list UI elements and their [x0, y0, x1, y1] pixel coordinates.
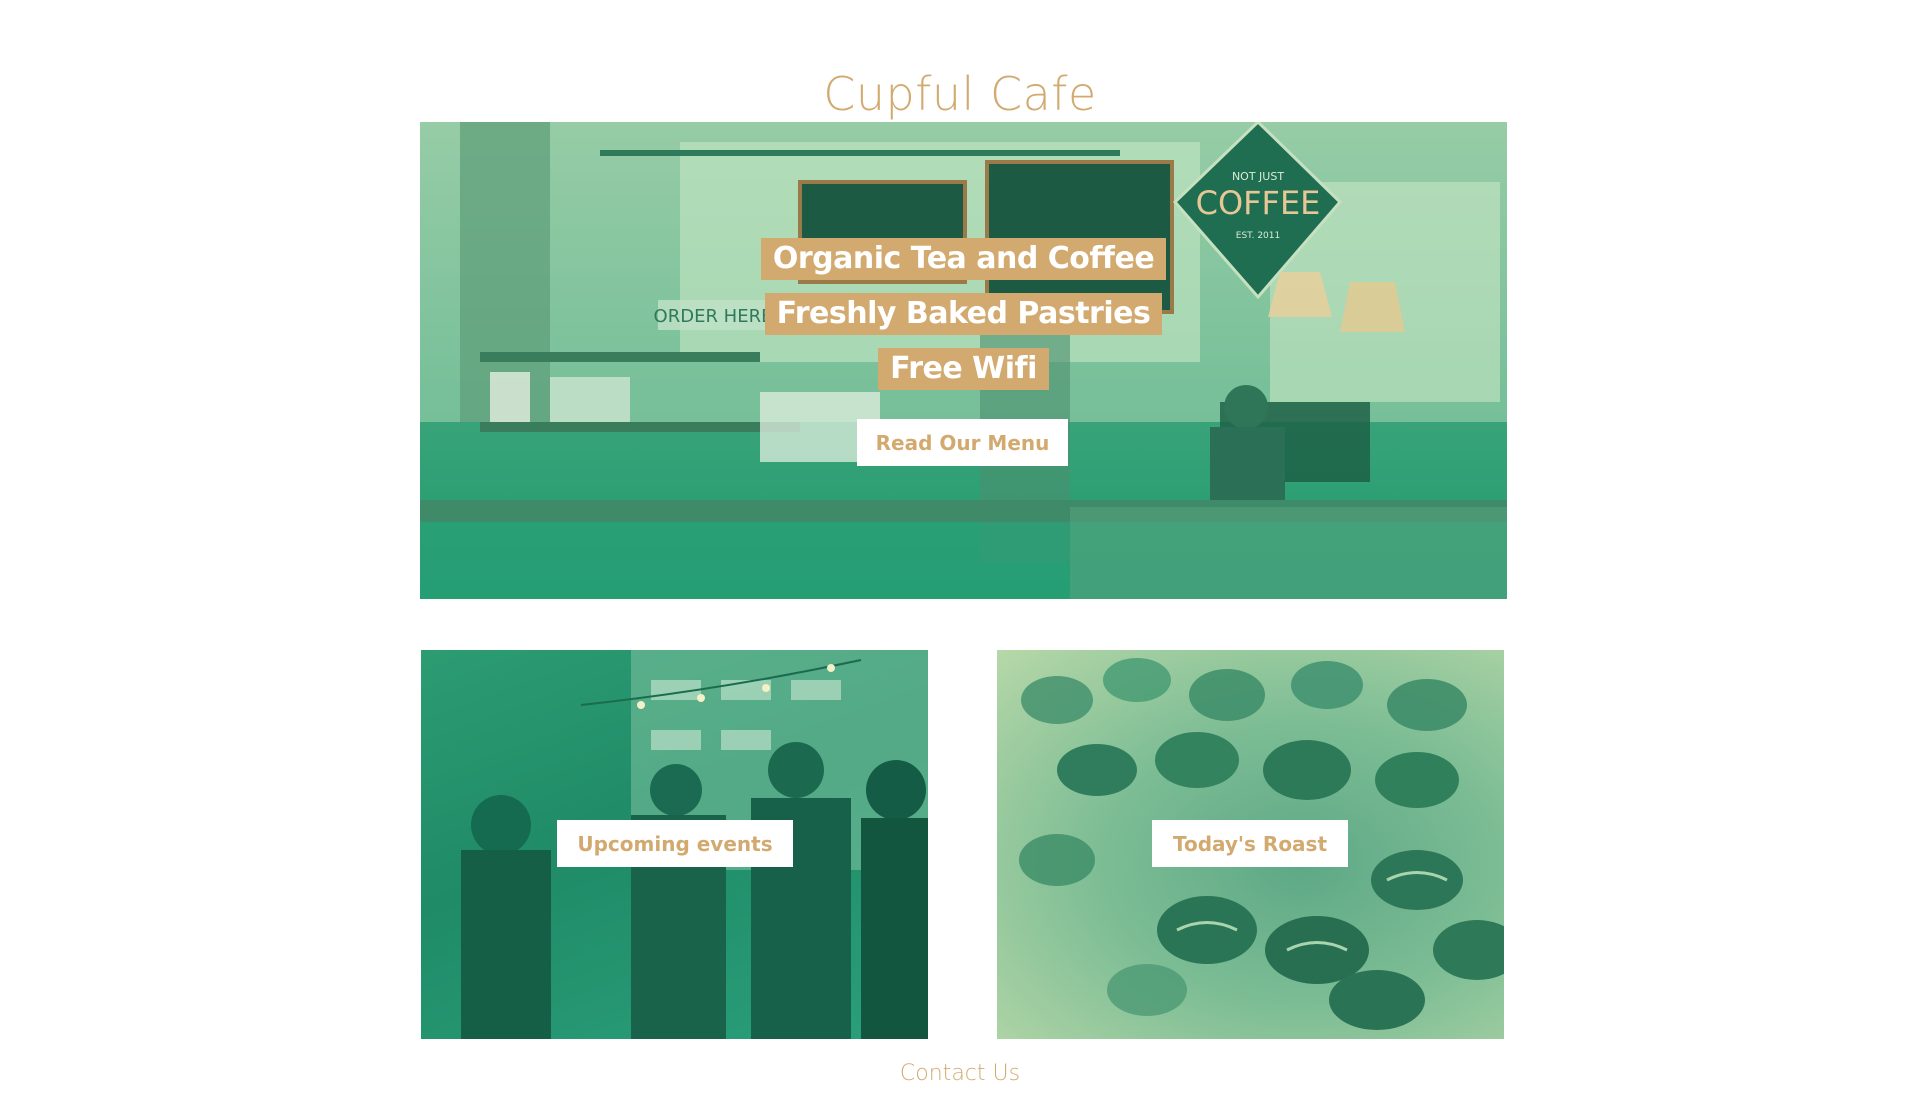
tagline-baked-pastries: Freshly Baked Pastries [764, 293, 1163, 335]
coffee-sign-top-text: NOT JUST [1232, 170, 1284, 183]
todays-roast-button[interactable]: Today's Roast [1152, 820, 1348, 867]
read-menu-button[interactable]: Read Our Menu [857, 419, 1068, 466]
site-title: Cupful Cafe [823, 66, 1097, 121]
roast-tile: Today's Roast [997, 650, 1504, 1039]
contact-us-link[interactable]: Contact Us [0, 1061, 1920, 1086]
hero-taglines: Organic Tea and Coffee Freshly Baked Pas… [420, 238, 1507, 390]
tagline-organic-tea-coffee: Organic Tea and Coffee [760, 238, 1167, 280]
hero-banner: NOT JUST COFFEE EST. 2011 ORDER HERE Org… [420, 122, 1507, 599]
upcoming-events-button[interactable]: Upcoming events [557, 820, 793, 867]
coffee-sign-main-text: COFFEE [1196, 184, 1321, 222]
events-tile: Upcoming events [421, 650, 928, 1039]
tagline-free-wifi: Free Wifi [878, 348, 1049, 390]
